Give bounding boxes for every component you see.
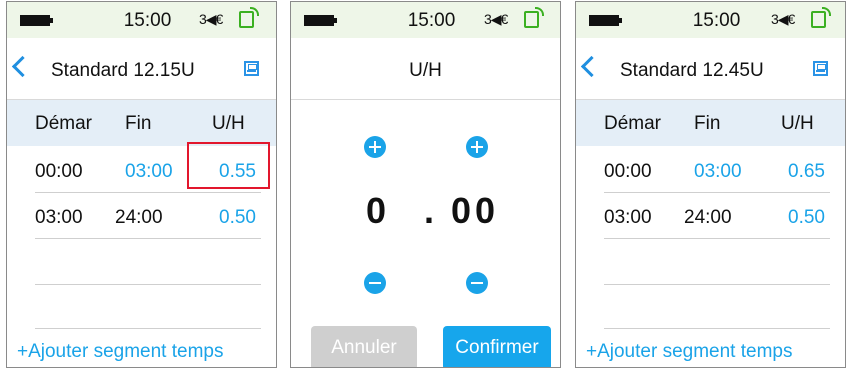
phone-connection-icon bbox=[524, 7, 544, 28]
row-divider bbox=[604, 328, 830, 329]
back-icon[interactable] bbox=[580, 55, 603, 78]
status-time: 15:00 bbox=[692, 10, 741, 31]
row-rate[interactable]: 0.65 bbox=[788, 161, 825, 183]
row-end: 24:00 bbox=[115, 207, 163, 228]
header-end: Fin bbox=[694, 113, 721, 134]
title-bar: Standard 12.15U bbox=[7, 38, 276, 100]
plus-icon-v bbox=[374, 141, 376, 153]
value-decimal-digits: 00 bbox=[451, 190, 500, 231]
add-segment-link[interactable]: +Ajouter segment temps bbox=[586, 341, 792, 363]
row-divider bbox=[35, 284, 261, 285]
row-divider bbox=[35, 238, 261, 239]
save-icon[interactable] bbox=[244, 61, 259, 76]
increment-decimal-button[interactable] bbox=[466, 136, 488, 158]
profile-title: Standard 12.15U bbox=[51, 60, 195, 81]
status-bar: 15:00 3◀€ bbox=[7, 2, 276, 38]
row-start: 03:00 bbox=[604, 207, 652, 228]
cancel-button[interactable]: Annuler bbox=[311, 326, 417, 367]
row-start: 00:00 bbox=[35, 161, 83, 182]
status-bar: 15:00 3◀€ bbox=[576, 2, 845, 38]
signal-icon: 3◀€ bbox=[484, 11, 508, 27]
status-time: 15:00 bbox=[123, 10, 172, 31]
table-row: 03:00 24:00 0.50 bbox=[576, 192, 845, 238]
table-header: Démar Fin U/H bbox=[7, 100, 276, 146]
editor-title: U/H bbox=[409, 60, 442, 81]
header-rate: U/H bbox=[212, 113, 245, 134]
minus-icon bbox=[369, 282, 381, 284]
selection-highlight bbox=[187, 142, 270, 189]
rate-editor-screen: 15:00 3◀€ U/H 0 . 00 Annuler Confirmer bbox=[290, 1, 561, 368]
minus-icon bbox=[471, 282, 483, 284]
confirm-button[interactable]: Confirmer bbox=[443, 326, 551, 367]
row-rate[interactable]: 0.50 bbox=[788, 207, 825, 229]
plus-icon-v bbox=[476, 141, 478, 153]
status-bar: 15:00 3◀€ bbox=[291, 2, 560, 38]
row-rate[interactable]: 0.50 bbox=[219, 207, 256, 229]
header-start: Démar bbox=[604, 113, 662, 134]
row-end[interactable]: 03:00 bbox=[694, 161, 742, 183]
table-header: Démar Fin U/H bbox=[576, 100, 845, 146]
row-divider bbox=[604, 238, 830, 239]
signal-icon: 3◀€ bbox=[199, 11, 223, 27]
decrement-integer-button[interactable] bbox=[364, 272, 386, 294]
table-row: 03:00 24:00 0.50 bbox=[7, 192, 276, 238]
back-icon[interactable] bbox=[11, 55, 34, 78]
row-start: 03:00 bbox=[35, 207, 83, 228]
phone-connection-icon bbox=[239, 7, 259, 28]
save-icon[interactable] bbox=[813, 61, 828, 76]
row-end[interactable]: 03:00 bbox=[125, 161, 173, 183]
increment-integer-button[interactable] bbox=[364, 136, 386, 158]
row-divider bbox=[604, 284, 830, 285]
profile-title: Standard 12.45U bbox=[620, 60, 764, 81]
header-rate: U/H bbox=[781, 113, 814, 134]
basal-profile-screen-3: 15:00 3◀€ Standard 12.45U Démar Fin U/H … bbox=[575, 1, 846, 368]
header-start: Démar bbox=[35, 113, 93, 134]
table-row: 00:00 03:00 0.65 bbox=[576, 146, 845, 192]
row-start: 00:00 bbox=[604, 161, 652, 182]
header-end: Fin bbox=[125, 113, 152, 134]
title-bar: U/H bbox=[291, 38, 560, 100]
value-integer-digit: 0 bbox=[366, 190, 387, 231]
phone-connection-icon bbox=[811, 7, 831, 28]
title-bar: Standard 12.45U bbox=[576, 38, 845, 100]
row-divider bbox=[35, 328, 261, 329]
decrement-decimal-button[interactable] bbox=[466, 272, 488, 294]
row-end: 24:00 bbox=[684, 207, 732, 228]
decimal-point: . bbox=[424, 190, 435, 231]
status-time: 15:00 bbox=[407, 10, 456, 31]
basal-profile-screen-1: 15:00 3◀€ Standard 12.15U Démar Fin U/H … bbox=[6, 1, 277, 368]
signal-icon: 3◀€ bbox=[771, 11, 795, 27]
add-segment-link[interactable]: +Ajouter segment temps bbox=[17, 341, 223, 363]
